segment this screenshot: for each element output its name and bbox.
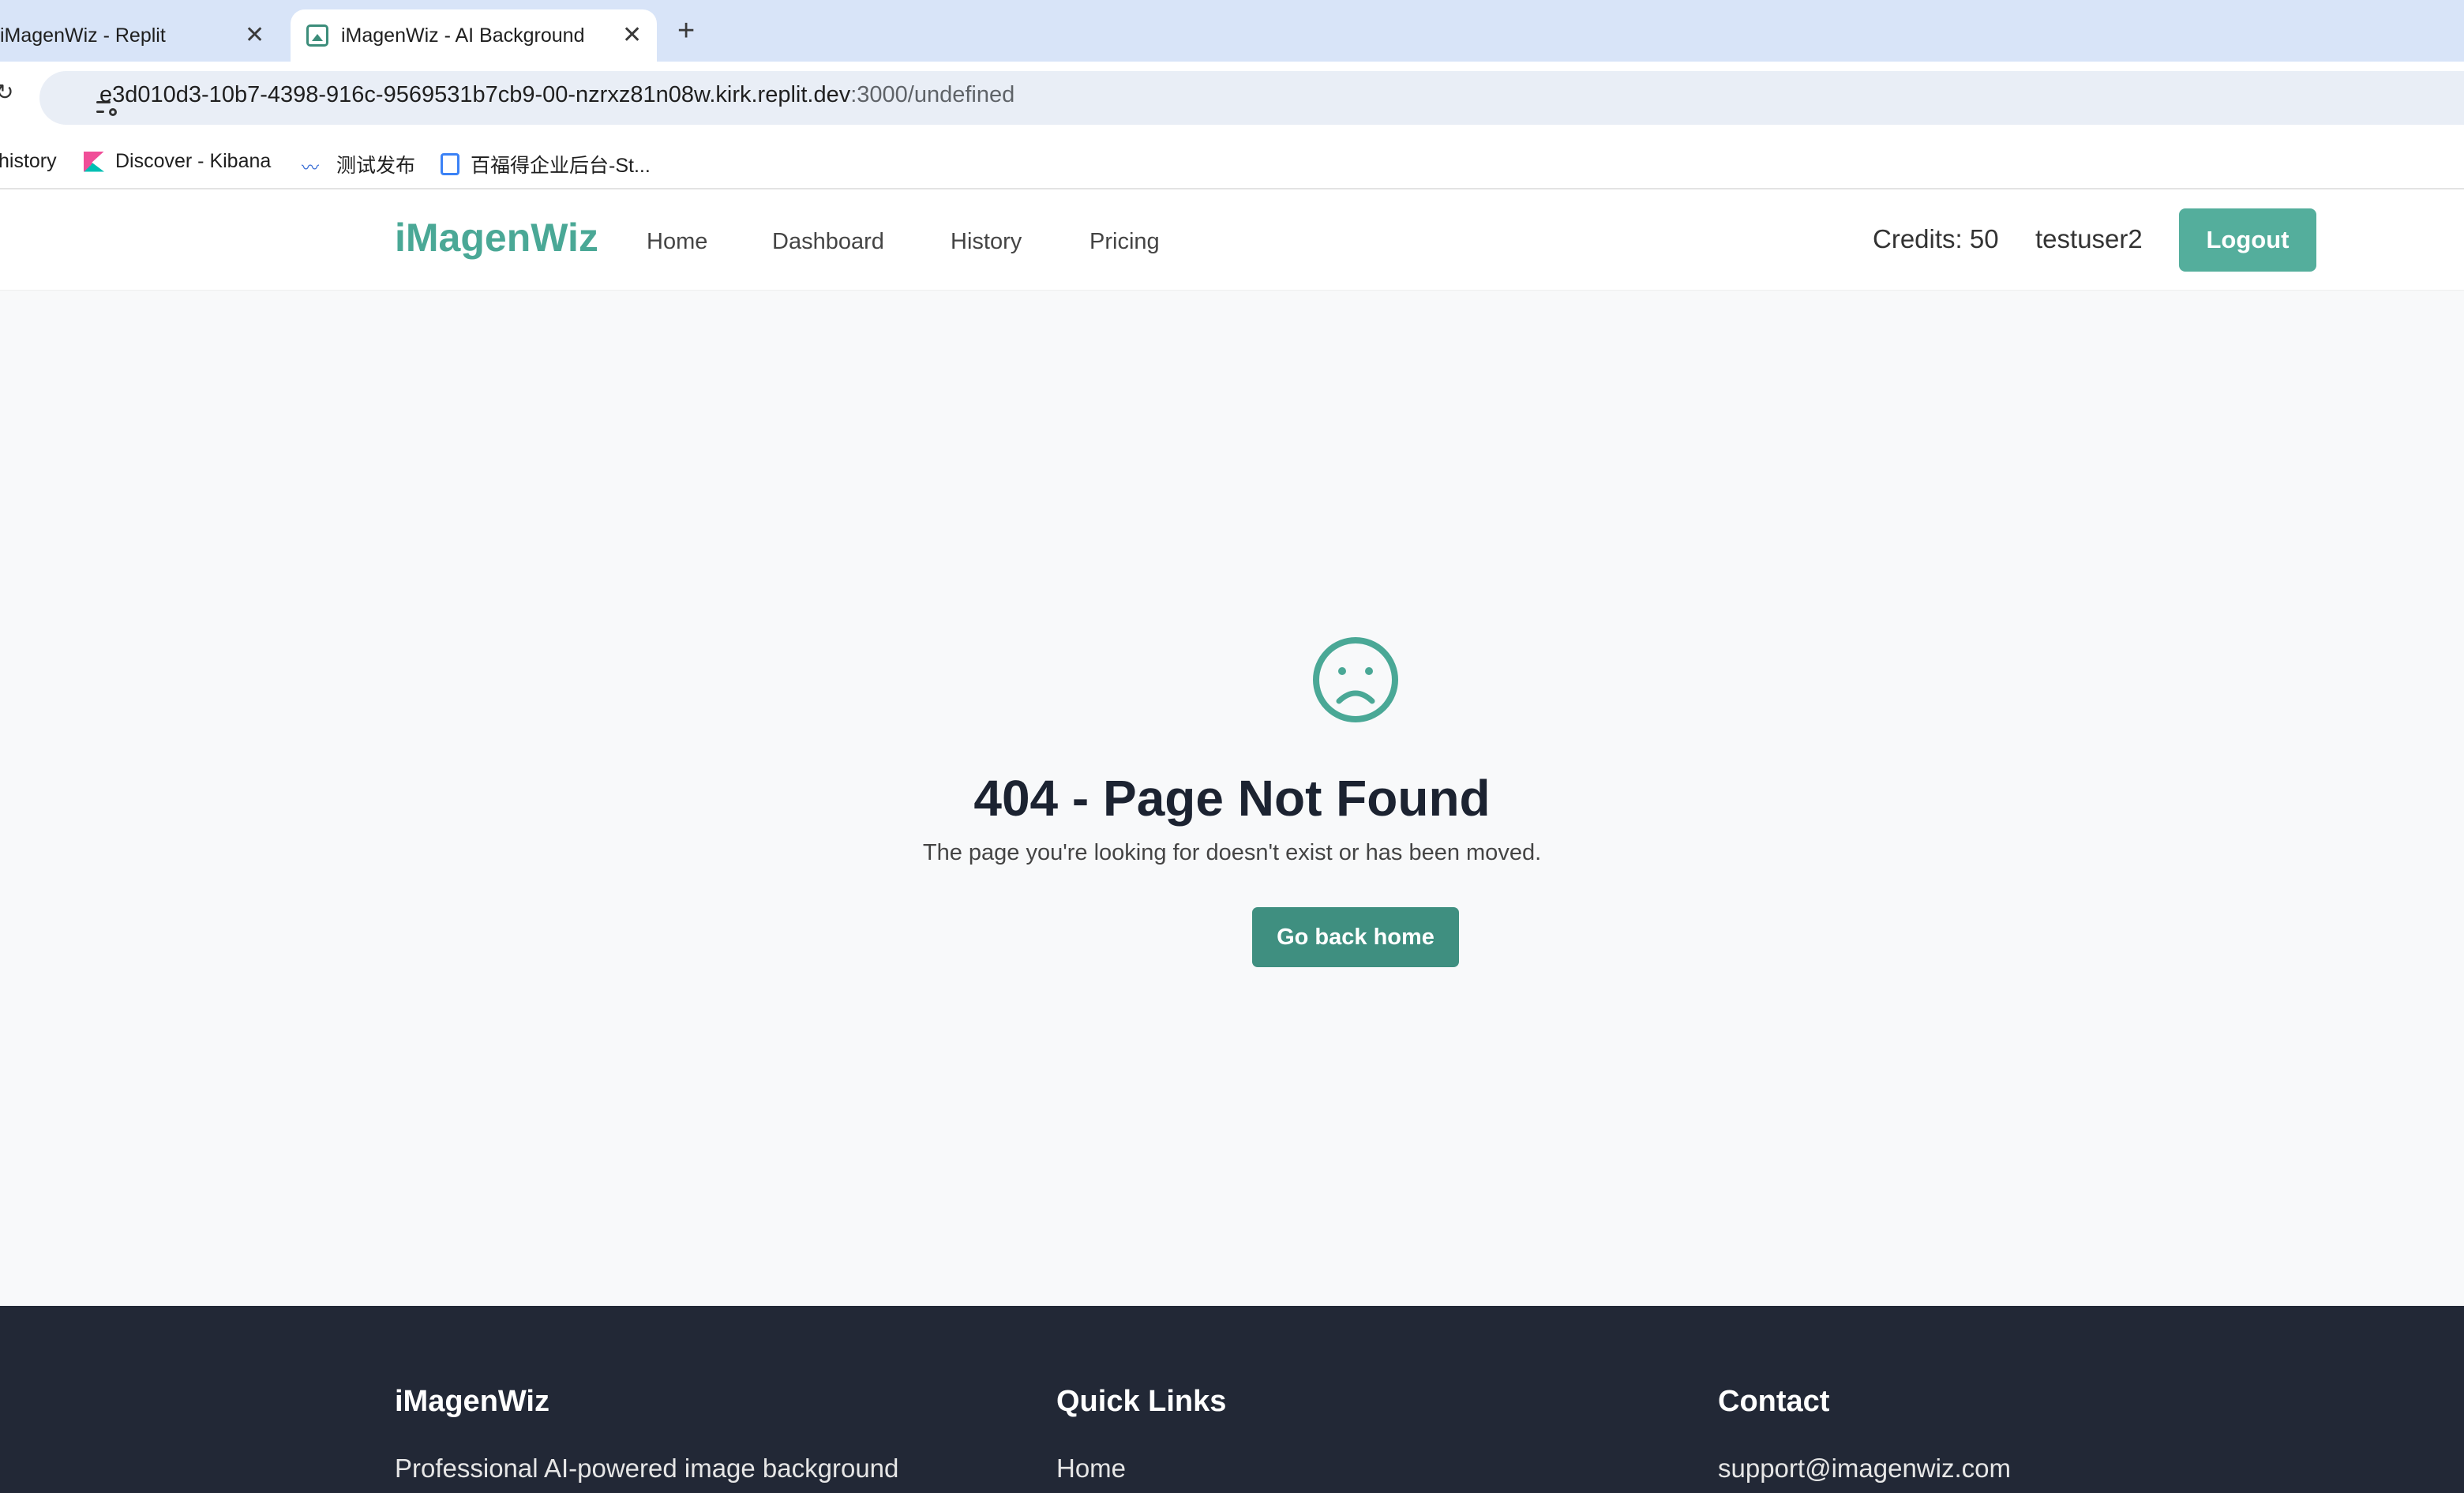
contact-email-link[interactable]: support@imagenwiz.com bbox=[1718, 1454, 2011, 1484]
app-navbar: iMagenWiz Home Dashboard History Pricing… bbox=[0, 189, 2464, 291]
sad-face-icon bbox=[1313, 637, 1398, 722]
page-title: 404 - Page Not Found bbox=[973, 770, 1491, 827]
logout-button[interactable]: Logout bbox=[2179, 208, 2316, 272]
browser-tab-bar: iMagenWiz - Replit ✕ iMagenWiz - AI Back… bbox=[0, 0, 2464, 62]
footer-column-contact: Contact support@imagenwiz.com bbox=[1718, 1385, 2011, 1484]
footer-link-home[interactable]: Home bbox=[1056, 1454, 1226, 1484]
new-tab-button[interactable]: + bbox=[677, 14, 695, 48]
bookmark-label: 百福得企业后台-St... bbox=[471, 155, 651, 177]
error-description: The page you're looking for doesn't exis… bbox=[922, 840, 1542, 865]
username: testuser2 bbox=[2035, 224, 2143, 253]
credits-display: Credits: 50 bbox=[1873, 224, 1999, 253]
url-host: e3d010d3-10b7-4398-916c-9569531b7cb9-00-… bbox=[99, 82, 851, 107]
bookmark-admin[interactable]: 百福得企业后台-St... bbox=[441, 150, 651, 178]
close-icon[interactable]: ✕ bbox=[622, 24, 642, 47]
tab-title: iMagenWiz - Replit bbox=[0, 24, 166, 47]
main-content: 404 - Page Not Found The page you're loo… bbox=[0, 291, 2464, 1306]
tab-title: iMagenWiz - AI Background Remover bbox=[341, 24, 586, 47]
url-text[interactable]: e3d010d3-10b7-4398-916c-9569531b7cb9-00-… bbox=[99, 82, 1014, 108]
bookmark-test-release[interactable]: 〰 测试发布 bbox=[302, 150, 415, 178]
footer-column-brand: iMagenWiz Professional AI-powered image … bbox=[395, 1385, 898, 1484]
footer-column-quick-links: Quick Links Home bbox=[1056, 1385, 1226, 1484]
footer-heading: iMagenWiz bbox=[395, 1385, 549, 1418]
bf-icon bbox=[441, 153, 459, 175]
brand-logo[interactable]: iMagenWiz bbox=[395, 215, 598, 261]
close-icon[interactable]: ✕ bbox=[245, 24, 264, 47]
go-back-home-button[interactable]: Go back home bbox=[1252, 907, 1459, 967]
bookmark-label: Discover - Kibana bbox=[115, 150, 272, 172]
wave-icon: 〰 bbox=[302, 158, 320, 178]
footer-text: Professional AI-powered image background bbox=[395, 1454, 899, 1483]
footer-heading: Quick Links bbox=[1056, 1385, 1227, 1418]
bookmark-label: 测试发布 bbox=[336, 155, 416, 177]
url-path: :3000/undefined bbox=[850, 82, 1015, 107]
footer: iMagenWiz Professional AI-powered image … bbox=[0, 1306, 2464, 1493]
kibana-icon bbox=[84, 151, 104, 172]
tab-replit[interactable]: iMagenWiz - Replit ✕ bbox=[0, 9, 284, 62]
bookmarks-bar: history Discover - Kibana 〰 测试发布 百福得企业后台… bbox=[0, 134, 2464, 189]
bookmark-kibana[interactable]: Discover - Kibana bbox=[84, 150, 271, 173]
tab-imagenwiz[interactable]: iMagenWiz - AI Background Remover ✕ bbox=[291, 9, 657, 62]
nav-home[interactable]: Home bbox=[647, 229, 707, 255]
footer-heading: Contact bbox=[1718, 1385, 1830, 1418]
nav-pricing[interactable]: Pricing bbox=[1089, 229, 1160, 255]
nav-history[interactable]: History bbox=[951, 229, 1022, 255]
image-favicon-icon bbox=[306, 24, 328, 47]
bookmark-label: history bbox=[0, 150, 57, 172]
bookmark-history[interactable]: history bbox=[0, 150, 57, 173]
reload-icon[interactable]: ↻ bbox=[0, 79, 13, 105]
nav-dashboard[interactable]: Dashboard bbox=[772, 229, 884, 255]
